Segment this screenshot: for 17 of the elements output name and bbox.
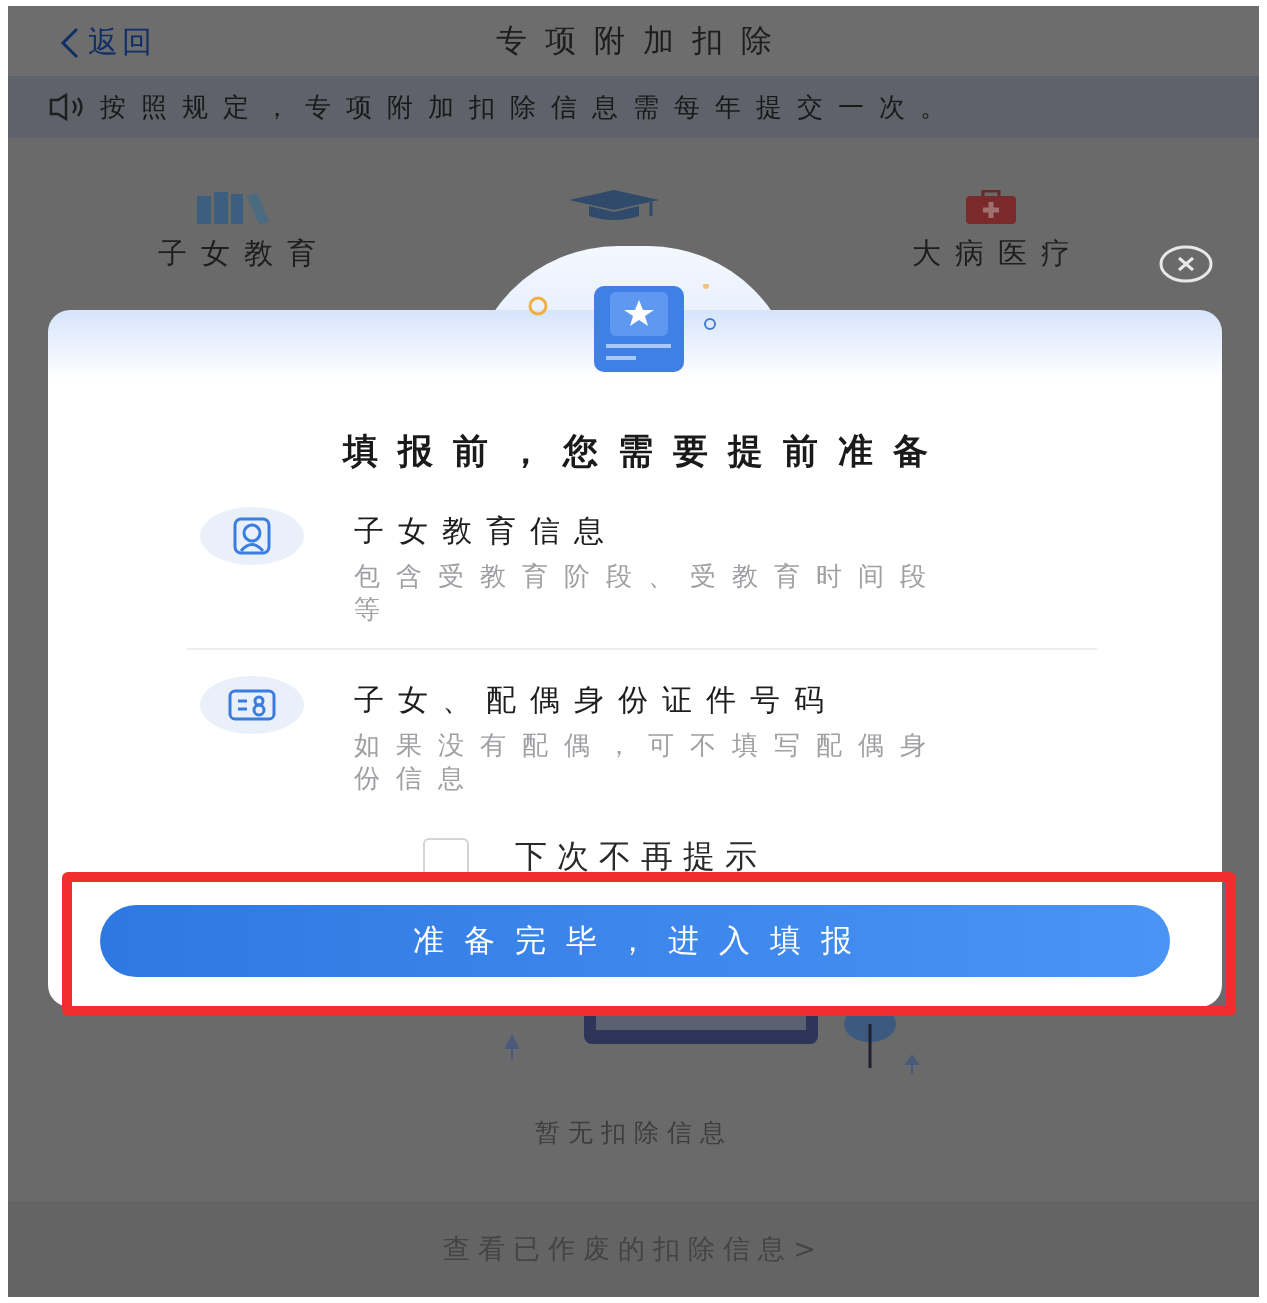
category-label[interactable]: 子女教育 [143,234,330,274]
medical-kit-icon [965,190,1016,224]
category-label[interactable]: 大病医疗 [897,234,1084,274]
chevron-left-icon [60,26,80,59]
notice-text: 按照规定，专项附加扣除信息需每年提交一次。 [100,90,961,124]
dialog-title: 填报前，您需要提前准备 [341,430,948,473]
confirm-button[interactable]: 准备完毕，进入填报 [100,905,1170,977]
item-title: 子女教育信息 [354,512,619,550]
child-portrait-icon [232,516,272,556]
item-description: 包含受教育阶段、受教育时间段等 [354,560,943,626]
back-button[interactable]: 返回 [60,22,156,63]
id-card-icon [228,689,276,721]
page-title: 专项附加扣除 [494,21,790,60]
close-icon[interactable] [1158,244,1214,284]
checkbox-label[interactable]: 下次不再提示 [515,835,767,879]
item-description: 如果没有配偶，可不填写配偶身份信息 [354,729,943,795]
item-title: 子女、配偶身份证件号码 [354,681,839,719]
